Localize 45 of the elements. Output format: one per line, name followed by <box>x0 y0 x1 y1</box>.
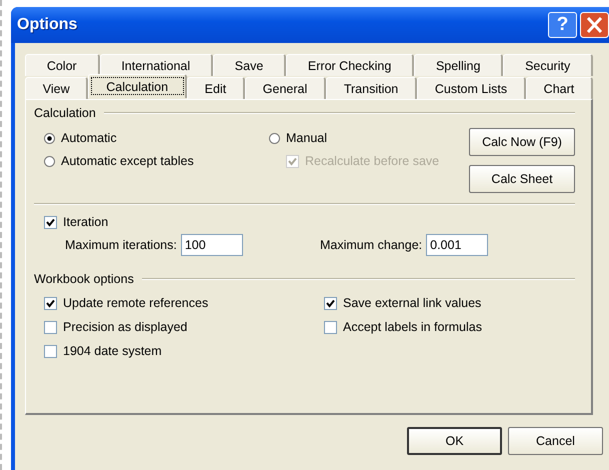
option-label: Automatic <box>61 131 117 145</box>
option-label: Precision as displayed <box>63 320 188 334</box>
option-label: Iteration <box>63 215 108 229</box>
tab[interactable]: Custom Lists <box>417 77 526 99</box>
section-heading: Calculation <box>34 106 96 120</box>
option-label: Save external link values <box>343 296 482 310</box>
tab[interactable]: Security <box>503 54 594 76</box>
field-label: Maximum change: <box>320 238 422 252</box>
input-field[interactable]: 0.001 <box>426 234 488 256</box>
radio-button[interactable] <box>269 132 280 144</box>
tab[interactable]: International <box>100 54 213 76</box>
tab[interactable]: Spelling <box>414 54 504 76</box>
tab[interactable]: Edit <box>186 77 245 99</box>
checkbox[interactable] <box>324 296 337 310</box>
checkbox[interactable] <box>44 320 57 334</box>
tab[interactable]: View <box>25 77 88 99</box>
option-label: Update remote references <box>63 296 208 310</box>
close-icon[interactable] <box>580 12 609 38</box>
option-label: 1904 date system <box>63 344 162 358</box>
action-button[interactable]: Calc Now (F9) <box>469 128 575 156</box>
field-label: Maximum iterations: <box>65 238 177 252</box>
checkbox[interactable] <box>44 216 57 228</box>
radio-button[interactable] <box>44 132 55 144</box>
checkbox[interactable] <box>44 344 57 358</box>
checkbox[interactable] <box>324 320 337 334</box>
tab[interactable]: Color <box>25 54 100 76</box>
tab[interactable]: Error Checking <box>286 54 414 76</box>
tab[interactable]: General <box>245 77 326 99</box>
checkbox[interactable] <box>44 296 57 310</box>
help-button[interactable]: ? <box>548 12 577 38</box>
tab[interactable]: Transition <box>326 77 418 99</box>
cancel-button[interactable]: Cancel <box>508 427 603 455</box>
option-label: Automatic except tables <box>61 154 194 168</box>
radio-button[interactable] <box>44 156 55 166</box>
tab[interactable]: Calculation <box>88 74 187 98</box>
input-field[interactable]: 100 <box>180 234 243 256</box>
option-label: Accept labels in formulas <box>343 320 482 334</box>
option-label: Recalculate before save <box>305 154 440 168</box>
ok-button[interactable]: OK <box>407 427 502 455</box>
section-heading: Workbook options <box>34 272 134 286</box>
tab[interactable]: Chart <box>526 77 594 99</box>
tab[interactable]: Save <box>212 54 286 76</box>
action-button[interactable]: Calc Sheet <box>469 165 575 193</box>
window-title: Options <box>17 16 78 34</box>
option-label: Manual <box>286 131 327 145</box>
